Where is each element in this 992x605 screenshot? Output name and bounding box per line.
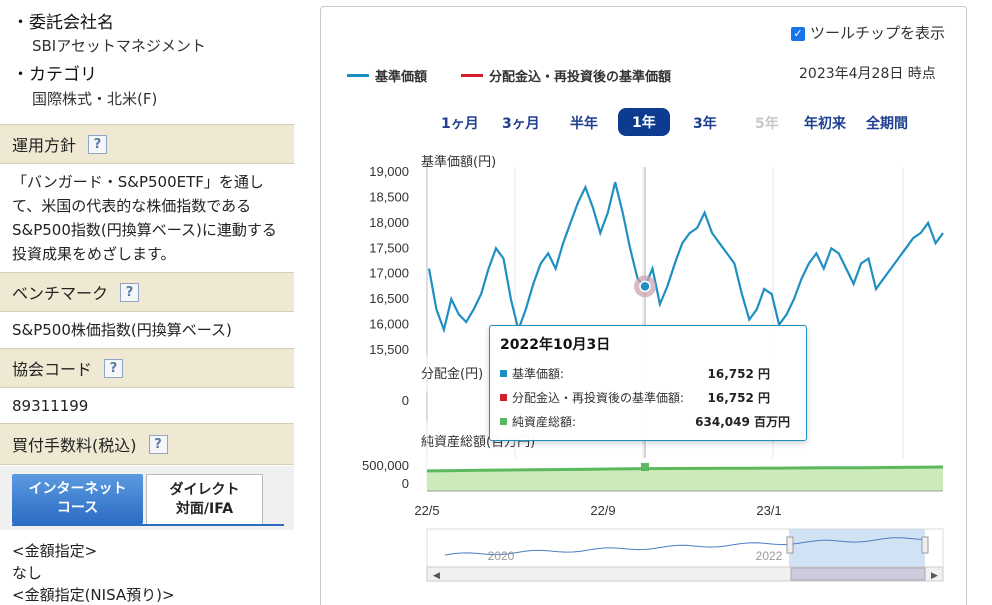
- scroll-right-arrow: ▶: [931, 571, 938, 581]
- y-tick-label: 16,000: [369, 317, 409, 332]
- x-tick-label: 22/9: [590, 503, 615, 518]
- chart-tooltip: 2022年10月3日 基準価額: 16,752 円 分配金込・再投資後の基準価額…: [489, 325, 807, 441]
- y-tick-label: 19,000: [369, 164, 409, 179]
- benchmark-text: S&P500株価指数(円換算ベース): [12, 321, 232, 339]
- policy-header: 運用方針 ?: [0, 124, 294, 164]
- dist-tick-label: 0: [402, 393, 409, 408]
- navigator-right-handle: [921, 536, 929, 554]
- tooltip-div-swatch: [500, 394, 507, 401]
- fee-amount-value: なし: [12, 564, 43, 582]
- code-text: 89311199: [12, 397, 89, 415]
- category-label: ・カテゴリ: [12, 65, 97, 85]
- policy-text: 「バンガード・S&P500ETF」を通して、米国の代表的な株価指数であるS&P5…: [12, 173, 277, 263]
- code-header: 協会コード ?: [0, 348, 294, 388]
- fund-info-panel: ・委託会社名 SBIアセットマネジメント ・カテゴリ 国際株式・北米(F) 運用…: [0, 0, 294, 605]
- help-icon[interactable]: ?: [120, 282, 140, 302]
- policy-title: 運用方針: [12, 136, 77, 155]
- fee-amount-label: <金額指定>: [12, 542, 98, 560]
- fee-title: 買付手数料(税込): [12, 436, 137, 455]
- price-chart[interactable]: 19,000 18,500 18,000 17,500 17,000 16,500 16,0…: [321, 7, 967, 605]
- help-icon[interactable]: ?: [148, 434, 168, 454]
- highlight-point: [639, 280, 651, 293]
- navigator-year-label: 2020: [488, 549, 515, 563]
- assets-tick-label: 500,000: [362, 458, 409, 473]
- y-tick-label: 17,000: [369, 266, 409, 281]
- assets-highlight-point: [641, 463, 649, 471]
- tooltip-div-value: 16,752 円: [707, 391, 771, 405]
- code-title: 協会コード: [12, 360, 93, 379]
- navigator-selection: [789, 529, 925, 569]
- navigator-left-handle: [786, 536, 794, 554]
- scroll-left-arrow: ◀: [433, 571, 440, 581]
- tab-direct-line2: 対面/IFA: [175, 501, 234, 517]
- nav-series-line: [427, 181, 944, 334]
- trustee-value: SBIアセットマネジメント: [32, 37, 206, 55]
- tab-internet-line2: コース: [56, 500, 99, 516]
- chart-panel: ✓ ツールチップを表示 基準価額 分配金込・再投資後の基準価額 2023年4月2…: [320, 6, 967, 605]
- fee-notes: <金額指定> なし <金額指定(NISA預り)>: [12, 540, 284, 605]
- trustee-label: ・委託会社名: [12, 13, 114, 33]
- assets-tick-label: 0: [402, 476, 409, 491]
- tab-direct[interactable]: ダイレクト 対面/IFA: [146, 474, 263, 524]
- tab-direct-line1: ダイレクト: [169, 482, 240, 498]
- tooltip-nav-swatch: [500, 370, 507, 377]
- tooltip-nav-value: 16,752 円: [707, 367, 771, 381]
- y-tick-label: 18,000: [369, 215, 409, 230]
- tab-internet-line1: インターネット: [28, 481, 127, 497]
- scrollbar-thumb: [790, 567, 926, 581]
- tooltip-assets-label: 純資産総額:: [512, 415, 577, 429]
- help-icon[interactable]: ?: [104, 358, 124, 378]
- benchmark-header: ベンチマーク ?: [0, 272, 294, 312]
- y-tick-label: 17,500: [369, 240, 409, 255]
- navigator-year-label: 2022: [756, 549, 783, 563]
- tooltip-assets-swatch: [500, 418, 507, 425]
- category-value: 国際株式・北米(F): [32, 90, 158, 108]
- tab-internet[interactable]: インターネット コース: [12, 474, 143, 524]
- y-tick-label: 16,500: [369, 291, 409, 306]
- tooltip-date: 2022年10月3日: [500, 337, 611, 353]
- tooltip-div-label: 分配金込・再投資後の基準価額:: [512, 391, 685, 405]
- fee-header: 買付手数料(税込) ?: [0, 423, 294, 465]
- x-tick-label: 22/5: [414, 503, 439, 518]
- y-tick-label: 15,500: [369, 342, 409, 357]
- help-icon[interactable]: ?: [88, 134, 108, 154]
- fee-nisa-label: <金額指定(NISA預り)>: [12, 586, 175, 604]
- y-tick-label: 18,500: [369, 189, 409, 204]
- benchmark-title: ベンチマーク: [12, 284, 109, 303]
- tooltip-assets-value: 634,049 百万円: [695, 415, 790, 429]
- tooltip-nav-label: 基準価額:: [512, 367, 565, 381]
- tab-underline: [12, 524, 284, 526]
- x-tick-label: 23/1: [756, 503, 781, 518]
